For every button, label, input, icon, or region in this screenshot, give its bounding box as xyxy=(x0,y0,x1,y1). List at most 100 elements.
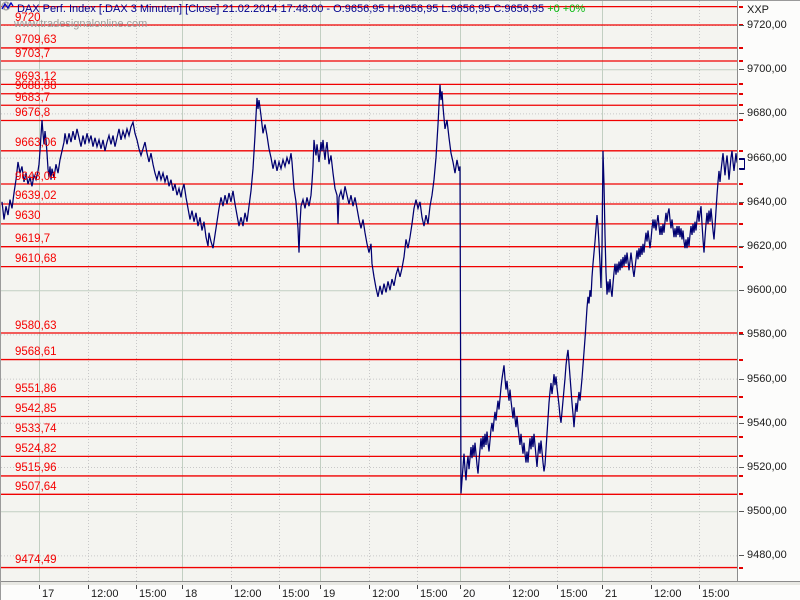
price-axis-label: 9660,00 xyxy=(747,151,787,164)
price-axis-label: 9600,00 xyxy=(747,284,787,297)
sr-line-axis-tick xyxy=(739,60,743,63)
sr-line-axis-tick xyxy=(739,119,743,122)
price-axis-tick xyxy=(739,511,744,513)
sr-line-axis-tick xyxy=(739,455,743,458)
axis-top-label: XXP xyxy=(747,4,770,16)
sr-line-label: 9610,68 xyxy=(15,253,57,266)
sr-line-axis-tick xyxy=(739,222,743,225)
price-axis-tick xyxy=(739,69,744,71)
time-axis-label: 12:00 xyxy=(512,588,540,600)
time-axis-tick xyxy=(39,585,40,589)
sr-line-axis-tick xyxy=(739,265,743,268)
sr-line-label: 9507,64 xyxy=(15,480,57,493)
sr-line-axis-tick xyxy=(739,183,743,186)
chart-change-text: +0 +0% xyxy=(547,3,586,15)
price-axis-label: 9700,00 xyxy=(747,63,787,76)
price-axis-label: 9720,00 xyxy=(747,19,787,31)
chart-plot-area[interactable]: DAX Perf. Index [.DAX 3 Minuten] [Close]… xyxy=(1,1,738,581)
price-axis-label: 9580,00 xyxy=(747,328,787,341)
price-axis-tick xyxy=(739,555,744,557)
price-axis-label: 9540,00 xyxy=(747,416,787,429)
time-axis-tick xyxy=(231,585,232,589)
time-axis-label: 15:00 xyxy=(560,588,588,600)
price-axis-label: 9480,00 xyxy=(747,549,787,562)
time-axis-day-label: 20 xyxy=(463,588,476,600)
sr-line-label: 9709,63 xyxy=(15,34,57,47)
time-axis-tick xyxy=(279,585,280,589)
price-axis-label: 9520,00 xyxy=(747,461,787,473)
sr-line-label: 9619,7 xyxy=(15,233,51,246)
line-chart-icon xyxy=(1,1,14,10)
sr-line-label: 9639,02 xyxy=(15,190,57,203)
time-axis-tick xyxy=(182,585,183,589)
time-axis-tick xyxy=(651,585,652,589)
time-axis-day-label: 19 xyxy=(323,588,336,600)
price-axis-label: 9640,00 xyxy=(747,195,787,208)
time-axis-day-label: 18 xyxy=(185,588,198,600)
sr-line-label: 9542,85 xyxy=(15,403,57,415)
last-price-marker xyxy=(739,158,745,171)
sr-line-axis-tick xyxy=(739,435,743,438)
time-axis-label: 15:00 xyxy=(282,588,310,600)
sr-line-axis-tick xyxy=(739,474,743,477)
sr-line-label: 9630 xyxy=(15,210,41,223)
time-axis-label: 12:00 xyxy=(91,588,119,600)
price-axis-label: 9500,00 xyxy=(747,505,787,518)
price-axis-tick xyxy=(739,201,744,203)
time-axis-tick xyxy=(460,585,461,589)
sr-line-axis-tick xyxy=(739,46,743,49)
time-axis-label: 12:00 xyxy=(654,588,682,600)
sr-line-label: 9533,74 xyxy=(15,423,57,436)
time-axis-tick xyxy=(509,585,510,589)
sr-line-label: 9648,04 xyxy=(15,170,57,183)
sr-line-label: 9683,7 xyxy=(15,91,51,104)
sr-line-label: 9688,88 xyxy=(15,80,57,93)
sr-line-label: 9580,63 xyxy=(15,319,57,332)
sr-line-label: 9524,82 xyxy=(15,442,57,455)
price-axis-tick xyxy=(739,467,744,468)
sr-line-axis-tick xyxy=(739,83,743,86)
sr-line-axis-tick xyxy=(739,566,743,569)
sr-line-label: 9515,96 xyxy=(15,462,57,475)
price-axis-label: 9620,00 xyxy=(747,240,787,252)
price-axis-tick xyxy=(739,378,744,380)
time-axis-label: 12:00 xyxy=(372,588,400,600)
time-axis-label: 15:00 xyxy=(420,588,448,600)
chart-header: DAX Perf. Index [.DAX 3 Minuten] [Close]… xyxy=(17,3,585,15)
price-axis[interactable]: XXP 9720,00 9700,00 9680,00 9660,00 9640,00 9… xyxy=(739,1,800,581)
price-axis-label: 9560,00 xyxy=(747,372,787,385)
time-axis-tick xyxy=(369,585,370,589)
time-axis-day-label: 17 xyxy=(42,588,55,600)
chart-window: DAX Perf. Index [.DAX 3 Minuten] [Close]… xyxy=(0,0,800,600)
sr-line-axis-tick xyxy=(739,493,743,496)
time-axis-tick xyxy=(88,585,89,589)
price-axis-tick xyxy=(739,25,744,26)
price-axis-tick xyxy=(739,290,744,292)
time-axis-tick xyxy=(602,585,603,589)
sr-line-axis-tick xyxy=(739,202,743,205)
sr-line-axis-tick xyxy=(739,358,743,361)
sr-line-axis-tick xyxy=(739,104,743,107)
sr-line-axis-tick xyxy=(739,92,743,95)
time-axis-label: 15:00 xyxy=(702,588,730,600)
sr-line-axis-tick xyxy=(739,5,743,8)
price-axis-tick xyxy=(739,113,744,115)
sr-line-axis-tick xyxy=(739,395,743,398)
time-axis-label: 15:00 xyxy=(139,588,167,600)
time-axis-label: 12:00 xyxy=(234,588,262,600)
price-axis-tick xyxy=(739,334,744,336)
time-axis-tick xyxy=(417,585,418,589)
sr-line-label: 9474,49 xyxy=(15,554,57,567)
sr-line-axis-tick xyxy=(739,149,743,152)
sr-line-label: 9663,06 xyxy=(15,137,57,150)
time-axis-tick xyxy=(320,585,321,589)
price-axis-label: 9680,00 xyxy=(747,107,787,120)
sr-line-label: 9703,7 xyxy=(15,47,51,60)
price-axis-tick xyxy=(739,246,744,247)
time-axis-day-label: 21 xyxy=(605,588,618,600)
time-axis-tick xyxy=(699,585,700,589)
sr-line-label: 9676,8 xyxy=(15,106,51,119)
time-axis[interactable]: 17 12:00 15:00 18 12:00 15:00 19 12:00 15:00 20 12… xyxy=(1,585,800,600)
chart-canvas xyxy=(1,1,737,581)
chart-header-text: DAX Perf. Index [.DAX 3 Minuten] [Close]… xyxy=(17,3,545,15)
